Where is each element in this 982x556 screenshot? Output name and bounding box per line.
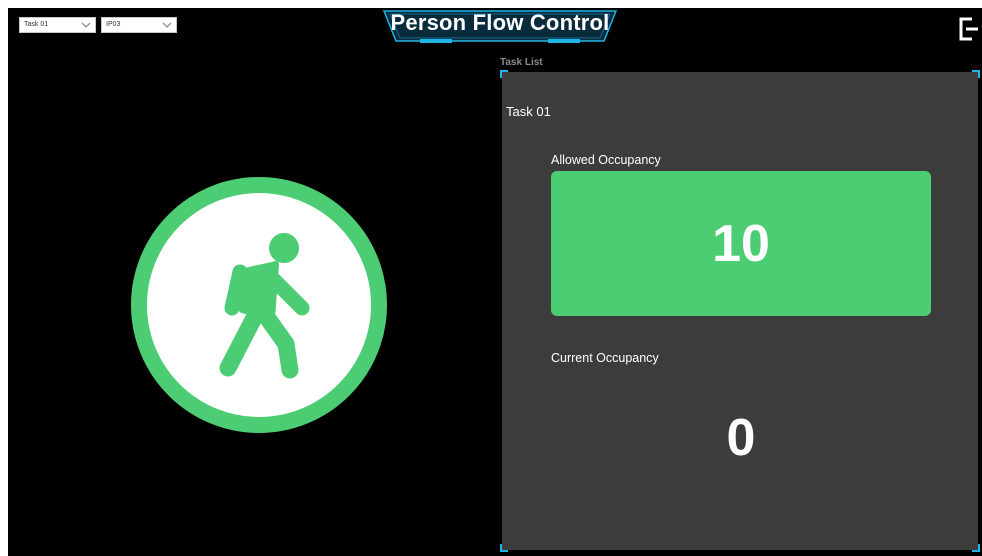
device-select-value: IP03 [106, 21, 121, 28]
walk-status-indicator [131, 177, 387, 433]
task-select[interactable]: Task 01 [19, 17, 96, 33]
title-banner: Person Flow Control [380, 8, 620, 46]
current-occupancy-value: 0 [726, 409, 756, 467]
task-list-panel: Task 01 Allowed Occupancy 10 Current Occ… [500, 70, 980, 552]
exit-icon[interactable] [958, 16, 980, 42]
allowed-occupancy-box: 10 [551, 171, 931, 316]
task-name: Task 01 [506, 104, 551, 119]
panel-corner [500, 544, 508, 552]
panel-corner [500, 70, 508, 78]
allowed-occupancy-label: Allowed Occupancy [551, 153, 661, 167]
allowed-occupancy-value: 10 [712, 214, 770, 273]
task-select-value: Task 01 [24, 21, 49, 28]
chevron-down-icon [81, 22, 91, 28]
device-select[interactable]: IP03 [101, 17, 177, 33]
chevron-down-icon [162, 22, 172, 28]
page-title: Person Flow Control [390, 10, 610, 35]
panel-corner [972, 70, 980, 78]
app-screen: Task 01 IP03 Person Flow Control Task Li… [8, 8, 982, 556]
panel-corner [972, 544, 980, 552]
current-occupancy-label: Current Occupancy [551, 351, 659, 365]
task-list-label: Task List [500, 57, 543, 68]
